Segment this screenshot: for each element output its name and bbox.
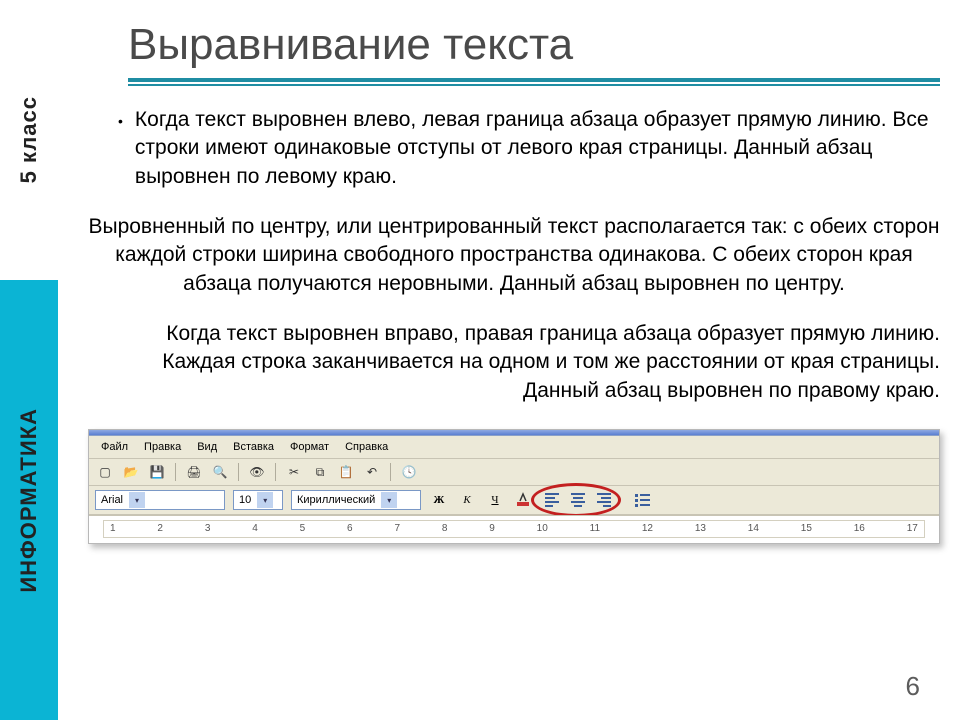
dropdown-icon[interactable]: ▾: [381, 492, 397, 508]
menubar: Файл Правка Вид Вставка Формат Справка: [89, 436, 939, 459]
ruler-numbers: 1 2 3 4 5 6 7 8 9 10 11 12 13 14 15 16 1: [104, 523, 924, 534]
paste-icon[interactable]: 📋: [336, 462, 356, 482]
slide-title: Выравнивание текста: [128, 20, 573, 70]
font-size-combo[interactable]: 10 ▾: [233, 490, 283, 510]
separator: [390, 463, 391, 481]
grade-label: 5 класс: [16, 96, 42, 183]
underline-button[interactable]: Ч: [485, 490, 505, 510]
align-center-button[interactable]: [567, 490, 589, 510]
paragraph-left-block: • Когда текст выровнен влево, левая гран…: [88, 106, 940, 191]
standard-toolbar: ▢ 📂 💾 🖨 🔍 👁 ✂ ⧉ 📋 ↶ 🕓: [89, 459, 939, 486]
print-icon[interactable]: 🖨: [184, 462, 204, 482]
separator: [238, 463, 239, 481]
ruler-mark: 9: [489, 523, 495, 534]
ruler-mark: 7: [394, 523, 400, 534]
paragraph-left: Когда текст выровнен влево, левая границ…: [135, 106, 940, 191]
align-left-button[interactable]: [541, 490, 563, 510]
menu-help[interactable]: Справка: [339, 439, 394, 455]
undo-icon[interactable]: ↶: [362, 462, 382, 482]
font-name-value: Arial: [101, 494, 123, 506]
title-row: Выравнивание текста: [88, 20, 940, 70]
new-file-icon[interactable]: ▢: [95, 462, 115, 482]
open-file-icon[interactable]: 📂: [121, 462, 141, 482]
font-name-combo[interactable]: Arial ▾: [95, 490, 225, 510]
menu-edit[interactable]: Правка: [138, 439, 187, 455]
italic-button[interactable]: К: [457, 490, 477, 510]
ruler-mark: 1: [110, 523, 116, 534]
separator: [175, 463, 176, 481]
ruler-mark: 10: [537, 523, 548, 534]
slide-body: Выравнивание текста • Когда текст выровн…: [58, 0, 960, 720]
dropdown-icon[interactable]: ▾: [257, 492, 273, 508]
menu-file[interactable]: Файл: [95, 439, 134, 455]
ruler-mark: 4: [252, 523, 258, 534]
ruler-mark: 14: [748, 523, 759, 534]
menu-insert[interactable]: Вставка: [227, 439, 280, 455]
dropdown-icon[interactable]: ▾: [129, 492, 145, 508]
title-underline: [128, 78, 940, 82]
bullets-button[interactable]: [633, 490, 653, 510]
ruler: 1 2 3 4 5 6 7 8 9 10 11 12 13 14 15 16 1: [89, 515, 939, 543]
font-size-value: 10: [239, 494, 251, 506]
paragraph-center: Выровненный по центру, или центрированны…: [88, 213, 940, 298]
page-number: 6: [906, 671, 920, 702]
menu-view[interactable]: Вид: [191, 439, 223, 455]
wordpad-screenshot: Файл Правка Вид Вставка Формат Справка ▢…: [88, 429, 940, 544]
subject-label: ИНФОРМАТИКА: [16, 408, 42, 593]
title-underline-thin: [128, 84, 940, 86]
ruler-mark: 11: [590, 523, 600, 534]
separator: [275, 463, 276, 481]
charset-combo[interactable]: Кириллический ▾: [291, 490, 421, 510]
bold-button[interactable]: Ж: [429, 490, 449, 510]
cut-icon[interactable]: ✂: [284, 462, 304, 482]
sidebar-grade-block: 5 класс: [0, 0, 58, 280]
ruler-mark: 2: [157, 523, 163, 534]
ruler-mark: 16: [854, 523, 865, 534]
color-button[interactable]: [513, 490, 533, 510]
ruler-mark: 17: [907, 523, 918, 534]
ruler-mark: 13: [695, 523, 706, 534]
bullet-icon: •: [118, 106, 123, 191]
ruler-mark: 12: [642, 523, 653, 534]
format-toolbar: Arial ▾ 10 ▾ Кириллический ▾ Ж К Ч: [89, 486, 939, 515]
ruler-mark: 15: [801, 523, 812, 534]
find-icon[interactable]: 👁: [247, 462, 267, 482]
paragraph-right: Когда текст выровнен вправо, правая гран…: [88, 320, 940, 405]
charset-value: Кириллический: [297, 494, 375, 506]
ruler-mark: 6: [347, 523, 353, 534]
align-right-button[interactable]: [593, 490, 615, 510]
ruler-track: 1 2 3 4 5 6 7 8 9 10 11 12 13 14 15 16 1: [103, 520, 925, 538]
sidebar-subject-block: ИНФОРМАТИКА: [0, 280, 58, 720]
ruler-mark: 8: [442, 523, 448, 534]
print-preview-icon[interactable]: 🔍: [210, 462, 230, 482]
sidebar: 5 класс ИНФОРМАТИКА: [0, 0, 58, 720]
align-button-group: [541, 490, 615, 510]
copy-icon[interactable]: ⧉: [310, 462, 330, 482]
ruler-mark: 3: [205, 523, 211, 534]
ruler-mark: 5: [300, 523, 306, 534]
save-icon[interactable]: 💾: [147, 462, 167, 482]
datetime-icon[interactable]: 🕓: [399, 462, 419, 482]
menu-format[interactable]: Формат: [284, 439, 335, 455]
